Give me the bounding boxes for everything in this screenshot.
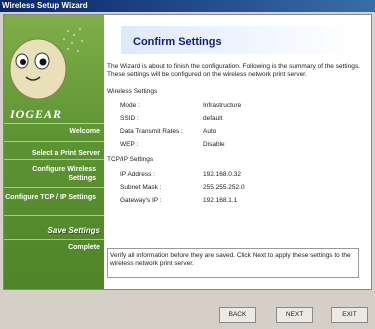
ssid-label: SSID :: [120, 115, 139, 122]
step-divider: [4, 141, 104, 142]
step-divider: [4, 239, 104, 240]
step-configure-wireless: Configure Wireless Settings: [32, 166, 96, 182]
step-configure-tcpip: Configure TCP / IP Settings: [5, 194, 96, 201]
back-button[interactable]: BACK: [219, 307, 256, 323]
mascot-icon: [9, 28, 83, 100]
sidebar: IOGEAR Welcome Select a Print Server Con…: [4, 15, 104, 289]
next-button[interactable]: NEXT: [276, 307, 313, 323]
verify-note: Verify all information before they are s…: [107, 248, 359, 278]
intro-text: The Wizard is about to finish the config…: [107, 63, 360, 78]
wireless-settings-heading: Wireless Settings: [107, 88, 158, 95]
page-title: Confirm Settings: [133, 36, 222, 48]
tcpip-settings-heading: TCP/IP Settings: [107, 156, 154, 163]
subnet-mask-value: 255.255.252.0: [203, 184, 245, 191]
ssid-value: default: [203, 115, 223, 122]
step-divider: [4, 123, 104, 124]
wep-value: Disable: [203, 141, 225, 148]
gateway-value: 192.168.1.1: [203, 197, 238, 204]
subnet-mask-label: Subnet Mask :: [120, 184, 162, 191]
step-welcome: Welcome: [69, 128, 100, 135]
brand-logo: IOGEAR: [10, 107, 63, 121]
step-divider: [4, 215, 104, 216]
ip-address-value: 192.168.0.32: [203, 171, 241, 178]
step-select-server: Select a Print Server: [31, 150, 100, 157]
step-save-settings: Save Settings: [47, 226, 100, 235]
window-title: Wireless Setup Wizard: [0, 0, 375, 12]
step-divider: [4, 187, 104, 188]
step-complete: Complete: [68, 244, 100, 251]
mode-value: Infrastructure: [203, 102, 242, 109]
step-divider: [4, 159, 104, 160]
mode-label: Mode :: [120, 102, 140, 109]
exit-button[interactable]: EXIT: [331, 307, 368, 323]
button-bar: [3, 291, 372, 327]
rate-value: Auto: [203, 128, 217, 135]
wep-label: WEP :: [120, 141, 139, 148]
ip-address-label: IP Address :: [120, 171, 155, 178]
gateway-label: Gateway's IP :: [120, 197, 162, 204]
rate-label: Data Transmit Rates :: [120, 128, 183, 135]
